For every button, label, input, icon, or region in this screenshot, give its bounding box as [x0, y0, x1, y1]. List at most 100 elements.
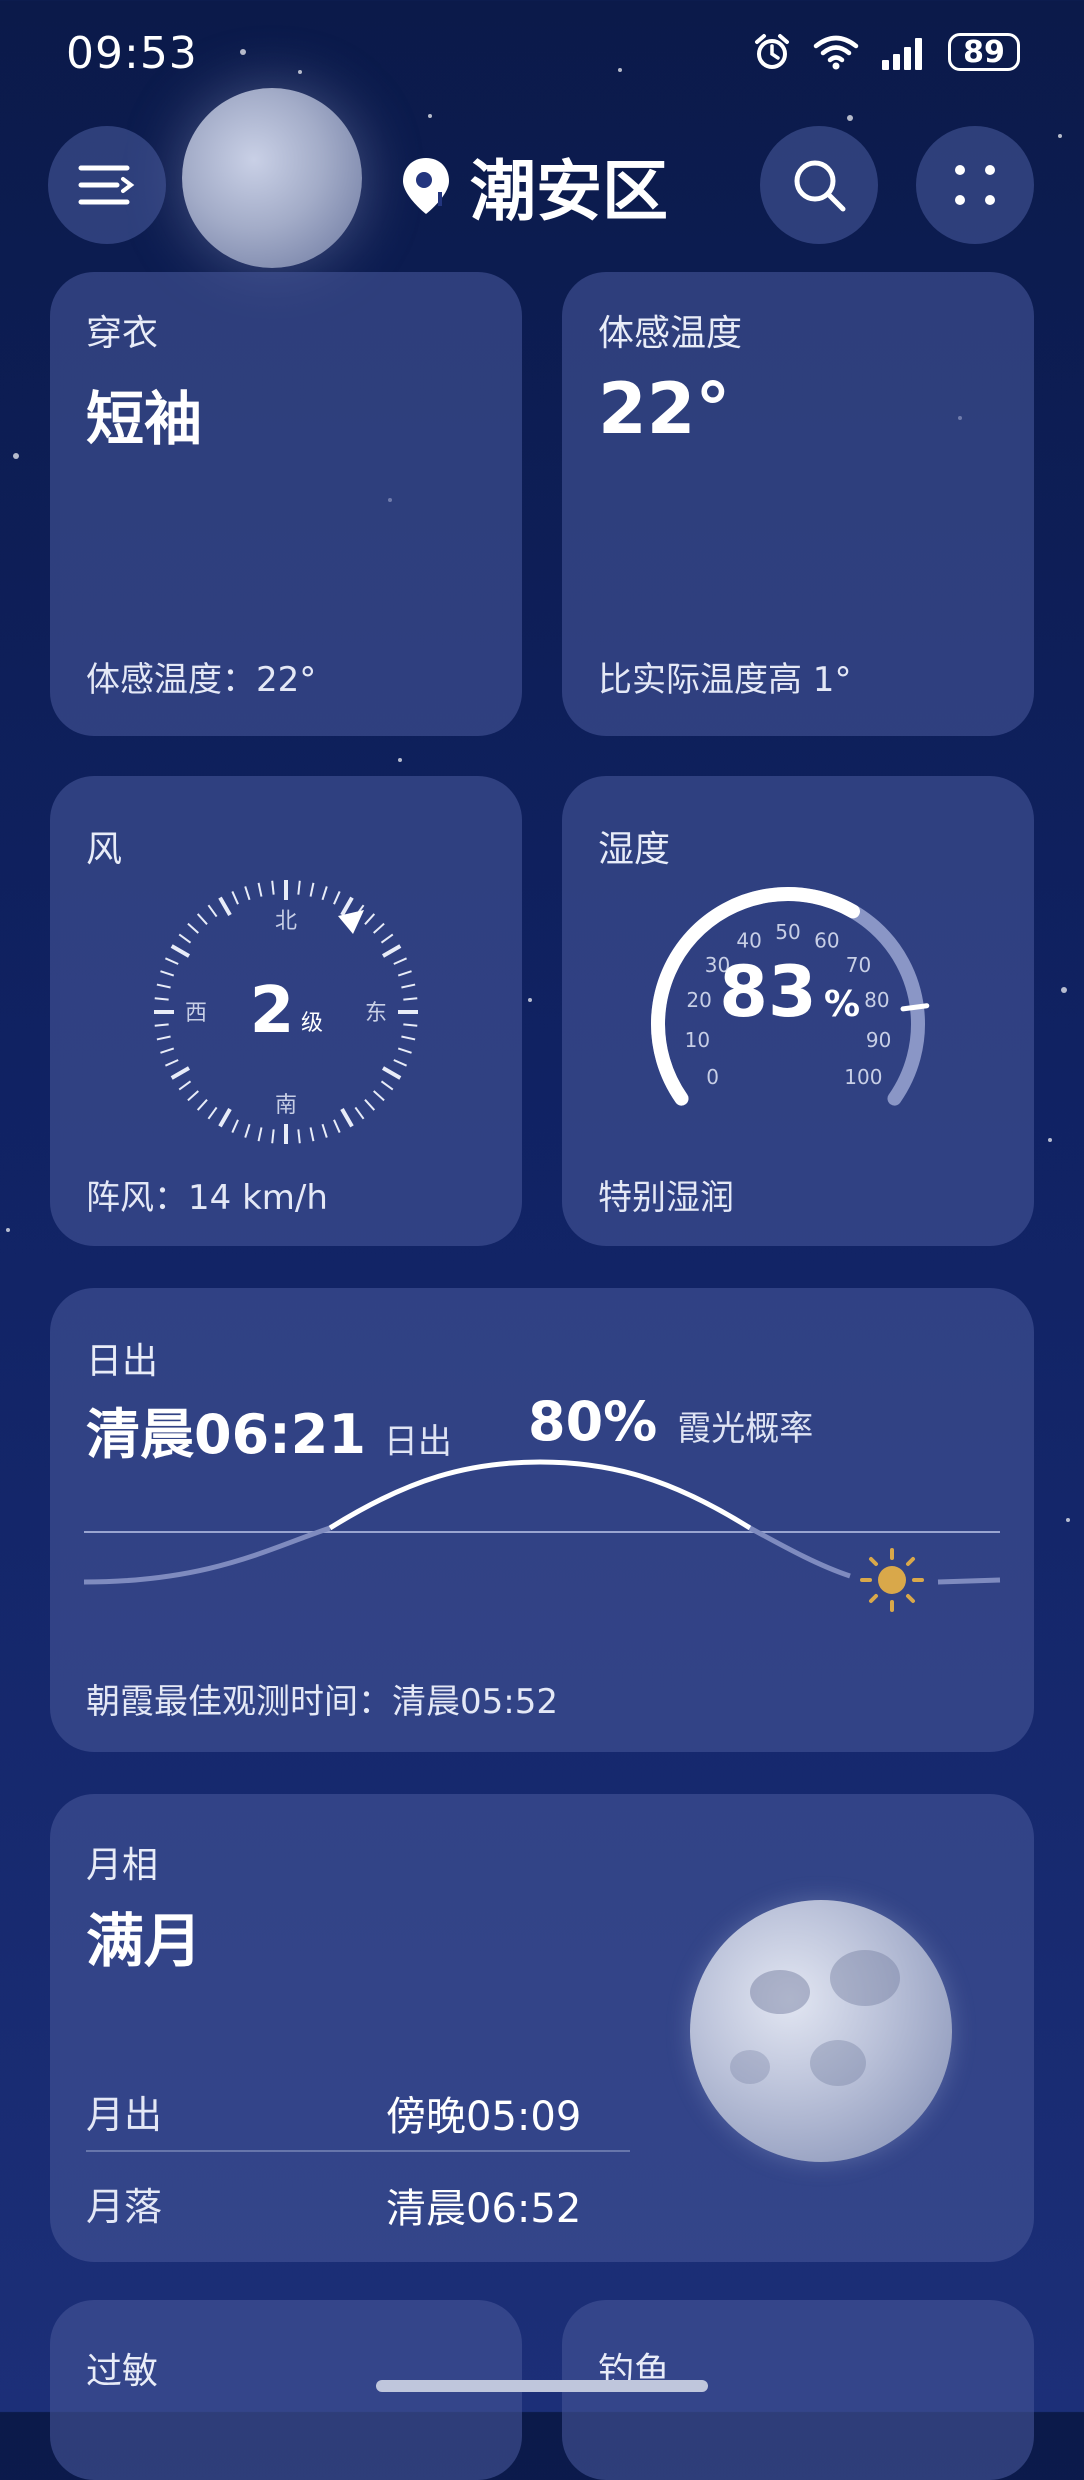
wind-level: 2: [250, 974, 295, 1048]
compass-tick: [170, 1066, 191, 1080]
status-icons: 89: [752, 32, 1020, 72]
sun-icon: [860, 1548, 924, 1612]
compass-tick: [380, 1080, 394, 1091]
compass-tick: [309, 1127, 315, 1142]
glow-chance-row: 80% 霞光概率: [528, 1390, 813, 1453]
card-title: 过敏: [86, 2351, 159, 2392]
compass-tick: [154, 1023, 169, 1027]
humidity-tick-label: 70: [846, 953, 871, 977]
compass-tick: [401, 1035, 416, 1041]
compass-tick: [257, 882, 263, 897]
card-title: 体感温度: [598, 313, 743, 354]
compass-tick: [403, 997, 418, 1001]
humidity-unit: %: [824, 984, 860, 1025]
compass-tick: [160, 1047, 175, 1054]
compass-tick: [160, 970, 175, 977]
compass-tick: [207, 904, 218, 918]
compass-tick: [196, 913, 208, 925]
sun-path-daylight: [328, 1459, 752, 1531]
moonset-time: 清晨06:52: [386, 2186, 582, 2232]
compass-tick: [271, 1129, 275, 1144]
more-options-button[interactable]: [916, 126, 1034, 244]
compass-tick: [187, 922, 199, 934]
wifi-icon: [813, 35, 859, 70]
feels-like-card[interactable]: 体感温度 22° 比实际温度高 1°: [562, 272, 1034, 736]
card-title: 月相: [86, 1845, 159, 1886]
compass-tick: [156, 1035, 171, 1041]
compass-tick: [165, 957, 179, 965]
compass-tick: [207, 1106, 218, 1120]
compass-tick: [178, 1080, 192, 1091]
compass-tick: [381, 1066, 402, 1080]
compass-tick: [218, 896, 232, 917]
moonrise-label: 月出: [86, 2093, 163, 2137]
wind-card[interactable]: 风 北 南 东 西 2 级 阵风：14 km/h: [50, 776, 522, 1246]
compass-tick: [393, 957, 407, 965]
location-title[interactable]: 潮安区: [400, 138, 668, 234]
menu-button[interactable]: [48, 126, 166, 244]
status-time: 09:53: [66, 28, 198, 79]
home-indicator[interactable]: [376, 2380, 708, 2392]
humidity-tick-label: 100: [844, 1065, 882, 1089]
humidity-tick-label: 50: [775, 920, 800, 944]
humidity-card[interactable]: 湿度 0 10 20 30 40 50 60 70 80 90 100 83 % 特别湿润: [562, 776, 1034, 1246]
compass-tick: [154, 997, 169, 1001]
search-button[interactable]: [760, 126, 878, 244]
wind-gust: 阵风：14 km/h: [86, 1178, 328, 1218]
compass-tick: [401, 983, 416, 989]
sunrise-card[interactable]: 日出 清晨06:21 日出 80% 霞光概率 朝霞最佳观测时间：清晨05:52: [50, 1288, 1034, 1752]
battery-indicator: 89: [948, 33, 1020, 71]
compass-tick: [231, 1119, 239, 1133]
clothing-card[interactable]: 穿衣 短袖 体感温度：22°: [50, 272, 522, 736]
compass-tick: [297, 1129, 301, 1144]
compass-tick: [156, 983, 171, 989]
humidity-tick-label: 20: [686, 988, 711, 1012]
compass-tick: [309, 882, 315, 897]
compass-tick: [397, 970, 412, 977]
moon-phase-value: 满月: [86, 1907, 203, 1975]
moonrise-time: 傍晚05:09: [386, 2094, 582, 2140]
alarm-icon: [755, 34, 789, 69]
compass-tick: [373, 922, 385, 934]
compass-tick: [244, 886, 251, 901]
best-viewing-time: 朝霞最佳观测时间：清晨05:52: [86, 1682, 558, 1722]
search-icon: [794, 160, 846, 212]
status-bar: 09:53 89: [0, 0, 1084, 110]
compass-east-label: 东: [365, 1001, 387, 1026]
compass-tick: [393, 1059, 407, 1067]
compass-tick: [231, 891, 239, 905]
sun-path-below-left: [83, 1525, 331, 1585]
humidity-tick-label: 40: [736, 929, 761, 953]
glow-chance: 80%: [528, 1390, 658, 1453]
signal-icon: [882, 38, 922, 70]
humidity-tick-label: 10: [685, 1028, 710, 1052]
compass-tick: [257, 1127, 263, 1142]
compass-north-label: 北: [275, 909, 297, 934]
compass-tick: [321, 1123, 328, 1138]
clothing-value: 短袖: [86, 385, 203, 453]
feels-like-value: 22°: [598, 368, 731, 450]
clothing-note: 体感温度：22°: [86, 660, 317, 700]
compass-tick: [297, 880, 301, 895]
menu-icon: [78, 165, 135, 205]
compass-tick: [333, 891, 341, 905]
humidity-note: 特别湿润: [598, 1178, 734, 1218]
compass-tick: [178, 933, 192, 944]
compass-tick: [244, 1123, 251, 1138]
sunrise-label: 日出: [383, 1422, 452, 1462]
moonset-row: 月落 清晨06:52: [86, 2176, 630, 2236]
compass-tick: [340, 1107, 354, 1128]
sun-path-below-right: [748, 1525, 851, 1579]
header: 潮安区: [0, 120, 1084, 260]
compass-tick: [333, 1119, 341, 1133]
compass-tick: [373, 1090, 385, 1102]
sun-path-chart: [83, 1459, 1001, 1612]
compass-tick: [196, 1099, 208, 1111]
moon-phase-card[interactable]: 月相 满月 月出 傍晚05:09 月落 清晨06:52: [50, 1794, 1034, 2262]
wind-level-unit: 级: [301, 1011, 323, 1036]
humidity-gauge: 010203040 50 60708090100 83 %: [651, 887, 930, 1106]
compass-west-label: 西: [185, 1001, 207, 1026]
compass-tick: [380, 933, 394, 944]
moonrise-row: 月出 傍晚05:09: [86, 2084, 630, 2152]
compass-tick: [354, 1106, 365, 1120]
